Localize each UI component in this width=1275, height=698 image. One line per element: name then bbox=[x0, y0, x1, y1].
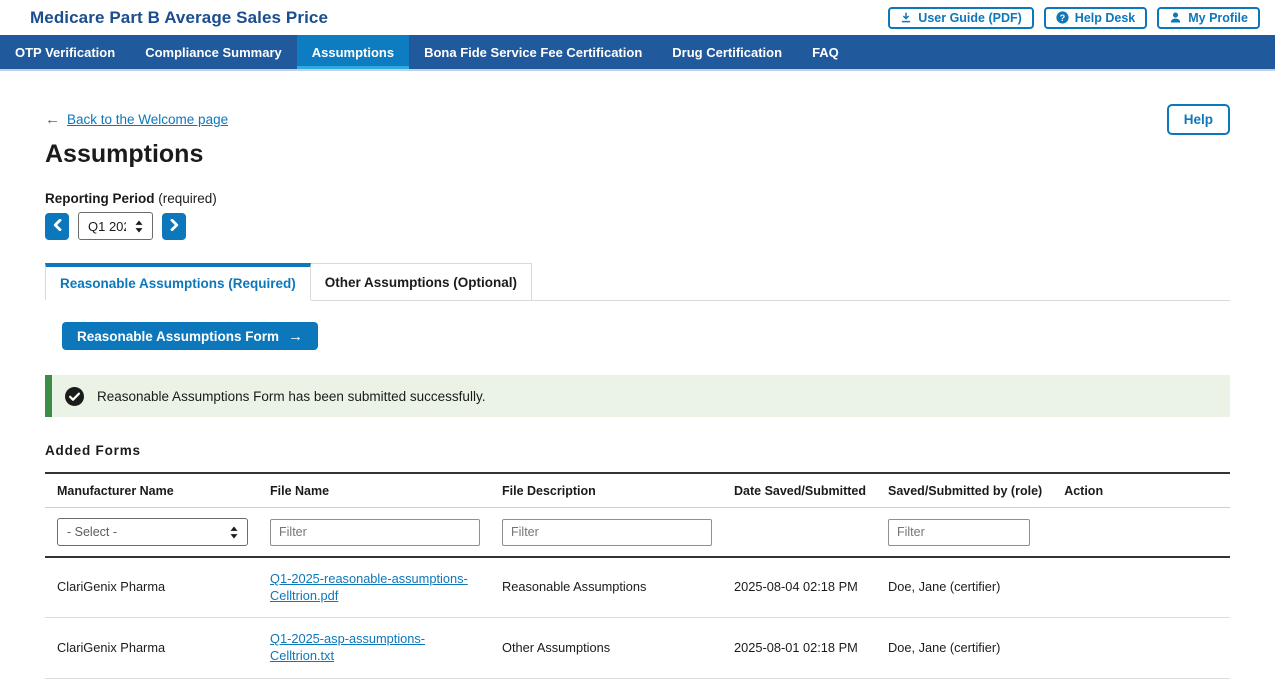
manufacturer-filter-select-wrap: - Select - bbox=[57, 518, 248, 546]
action-cell bbox=[1052, 557, 1230, 618]
person-icon bbox=[1169, 11, 1182, 24]
reporting-period-controls: Q1 2025 bbox=[45, 212, 1230, 240]
reasonable-assumptions-form-button[interactable]: Reasonable Assumptions Form → bbox=[62, 322, 318, 350]
main-nav: OTP Verification Compliance Summary Assu… bbox=[0, 35, 1275, 71]
reporting-period-required-note: (required) bbox=[158, 191, 217, 206]
column-header-saved-submitted-by: Saved/Submitted by (role) bbox=[876, 473, 1052, 508]
date-cell: 2025-08-01 02:18 PM bbox=[722, 618, 876, 678]
page-title: Assumptions bbox=[45, 140, 1230, 169]
user-guide-button[interactable]: User Guide (PDF) bbox=[888, 7, 1034, 29]
saved-by-cell: Doe, Jane (certifier) bbox=[876, 618, 1052, 678]
file-description-cell: Reasonable Assumptions bbox=[490, 557, 722, 618]
reporting-period-select-wrap: Q1 2025 bbox=[78, 212, 153, 240]
reporting-period-label-text: Reporting Period bbox=[45, 191, 155, 206]
column-header-action: Action bbox=[1052, 473, 1230, 508]
my-profile-label: My Profile bbox=[1188, 11, 1248, 25]
tab-other-assumptions[interactable]: Other Assumptions (Optional) bbox=[311, 263, 532, 300]
app-title: Medicare Part B Average Sales Price bbox=[30, 8, 328, 28]
date-cell: 2025-08-04 02:18 PM bbox=[722, 557, 876, 618]
help-button[interactable]: Help bbox=[1167, 104, 1230, 135]
saved-by-filter-input[interactable] bbox=[888, 519, 1030, 546]
nav-tab-drug-certification[interactable]: Drug Certification bbox=[657, 35, 797, 69]
table-header-row: Manufacturer Name File Name File Descrip… bbox=[45, 473, 1230, 508]
success-alert-message: Reasonable Assumptions Form has been sub… bbox=[97, 389, 485, 404]
nav-tab-otp-verification[interactable]: OTP Verification bbox=[0, 35, 130, 69]
page-top-row: ← Back to the Welcome page Help bbox=[45, 71, 1230, 135]
nav-tab-compliance-summary[interactable]: Compliance Summary bbox=[130, 35, 297, 69]
download-icon bbox=[900, 11, 912, 24]
help-desk-button[interactable]: ? Help Desk bbox=[1044, 7, 1147, 29]
assumptions-tabs: Reasonable Assumptions (Required) Other … bbox=[45, 263, 1230, 301]
check-circle-icon bbox=[65, 387, 84, 406]
manufacturer-filter-select[interactable]: - Select - bbox=[58, 519, 247, 545]
question-circle-icon: ? bbox=[1056, 11, 1069, 24]
manufacturer-cell: ClariGenix Pharma bbox=[45, 618, 258, 678]
svg-text:?: ? bbox=[1060, 13, 1065, 23]
chevron-left-icon bbox=[53, 219, 62, 234]
file-name-link[interactable]: Q1-2025-asp-assumptions-Celltrion.txt bbox=[270, 631, 425, 663]
back-link-label: Back to the Welcome page bbox=[67, 112, 228, 127]
table-row: ClariGenix Pharma Q1-2025-reasonable-ass… bbox=[45, 557, 1230, 618]
my-profile-button[interactable]: My Profile bbox=[1157, 7, 1260, 29]
table-filter-row: - Select - bbox=[45, 508, 1230, 558]
action-cell bbox=[1052, 618, 1230, 678]
success-alert: Reasonable Assumptions Form has been sub… bbox=[45, 375, 1230, 417]
file-name-link[interactable]: Q1-2025-reasonable-assumptions-Celltrion… bbox=[270, 571, 468, 603]
previous-period-button[interactable] bbox=[45, 213, 69, 240]
added-forms-table: Manufacturer Name File Name File Descrip… bbox=[45, 472, 1230, 679]
help-desk-label: Help Desk bbox=[1075, 11, 1135, 25]
table-row: ClariGenix Pharma Q1-2025-asp-assumption… bbox=[45, 618, 1230, 678]
nav-tab-faq[interactable]: FAQ bbox=[797, 35, 854, 69]
back-link[interactable]: ← Back to the Welcome page bbox=[45, 111, 228, 128]
column-header-manufacturer-name: Manufacturer Name bbox=[45, 473, 258, 508]
nav-tab-assumptions[interactable]: Assumptions bbox=[297, 35, 409, 69]
reasonable-assumptions-form-button-label: Reasonable Assumptions Form bbox=[77, 329, 279, 344]
reporting-period-select[interactable]: Q1 2025 bbox=[79, 213, 152, 239]
file-description-cell: Other Assumptions bbox=[490, 618, 722, 678]
file-description-filter-input[interactable] bbox=[502, 519, 712, 546]
column-header-file-description: File Description bbox=[490, 473, 722, 508]
nav-tab-bona-fide-service-fee-certification[interactable]: Bona Fide Service Fee Certification bbox=[409, 35, 657, 69]
main-content: ← Back to the Welcome page Help Assumpti… bbox=[0, 71, 1275, 679]
reporting-period-label: Reporting Period (required) bbox=[45, 191, 1230, 206]
right-arrow-icon: → bbox=[288, 328, 303, 345]
chevron-right-icon bbox=[170, 219, 179, 234]
manufacturer-cell: ClariGenix Pharma bbox=[45, 557, 258, 618]
tab-reasonable-assumptions[interactable]: Reasonable Assumptions (Required) bbox=[45, 263, 311, 300]
file-name-filter-input[interactable] bbox=[270, 519, 480, 546]
column-header-file-name: File Name bbox=[258, 473, 490, 508]
user-guide-label: User Guide (PDF) bbox=[918, 11, 1022, 25]
column-header-date-saved-submitted: Date Saved/Submitted bbox=[722, 473, 876, 508]
back-arrow-icon: ← bbox=[45, 111, 60, 128]
header-actions: User Guide (PDF) ? Help Desk My Profile bbox=[888, 7, 1260, 29]
next-period-button[interactable] bbox=[162, 213, 186, 240]
app-header: Medicare Part B Average Sales Price User… bbox=[0, 0, 1275, 35]
added-forms-title: Added Forms bbox=[45, 443, 1230, 458]
saved-by-cell: Doe, Jane (certifier) bbox=[876, 557, 1052, 618]
